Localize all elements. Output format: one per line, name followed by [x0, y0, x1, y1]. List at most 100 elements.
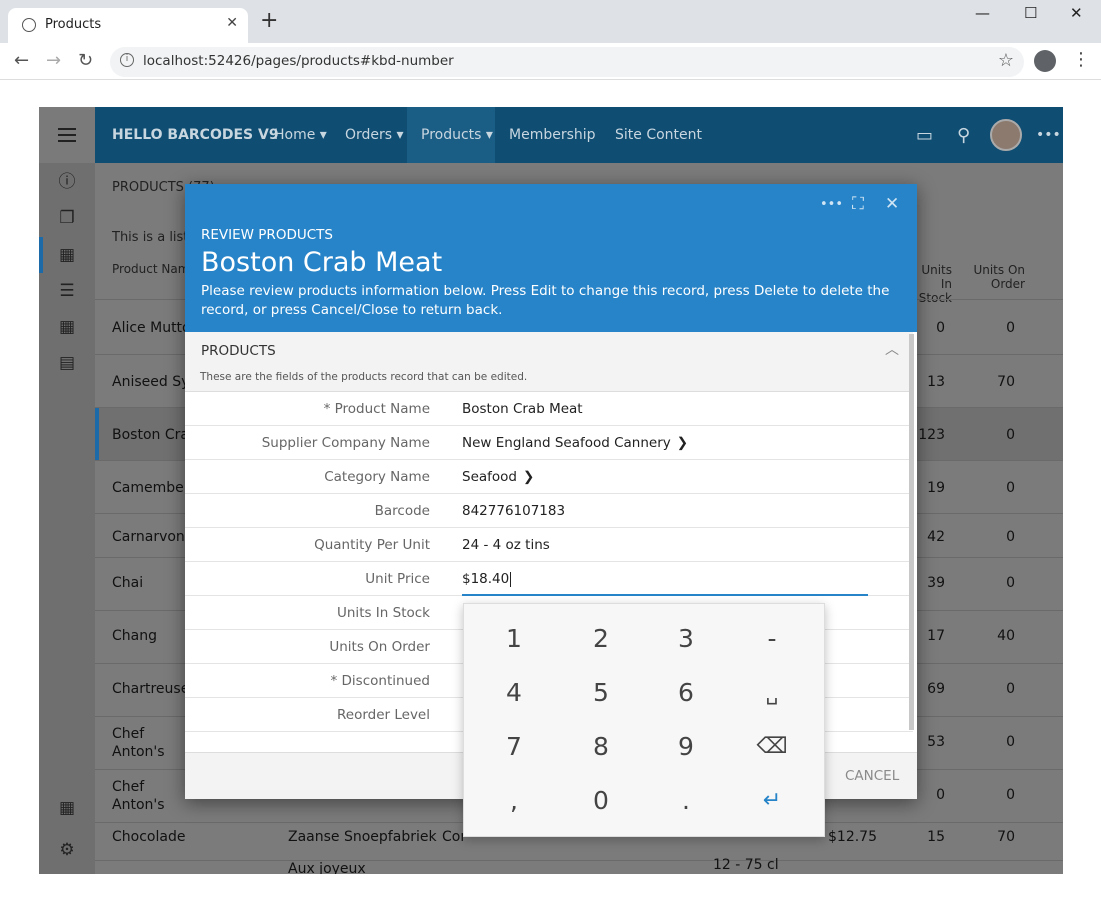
cell-product-name: Chang — [112, 628, 157, 644]
cell-units-in-stock: 0 — [936, 787, 945, 803]
field-value[interactable]: Boston Crab Meat — [462, 401, 583, 417]
nav-site-content[interactable]: Site Content — [615, 127, 702, 143]
cards-view-icon[interactable]: ▦ — [57, 317, 77, 337]
more-options-icon[interactable]: ••• — [1036, 127, 1061, 143]
settings-gear-icon[interactable]: ⚙ — [57, 840, 77, 860]
app-brand[interactable]: HELLO BARCODES V9 — [112, 127, 279, 143]
field-label: Units On Order — [329, 639, 430, 655]
close-icon[interactable]: ✕ — [885, 194, 899, 214]
tab-title: Products — [45, 17, 102, 32]
reload-button[interactable]: ↻ — [78, 50, 93, 71]
field-value-link[interactable]: New England Seafood Cannery ❯ — [462, 435, 688, 451]
back-button[interactable]: ← — [14, 50, 29, 71]
cancel-button[interactable]: CANCEL — [845, 768, 899, 784]
key-0[interactable]: 0 — [556, 774, 646, 828]
field-barcode[interactable]: Barcode 842776107183 — [185, 494, 913, 528]
profile-icon[interactable] — [1034, 50, 1056, 72]
grid-view-icon[interactable]: ▦ — [57, 245, 77, 265]
field-category-name[interactable]: Category Name Seafood ❯ — [185, 460, 913, 494]
cell-product-name: Aniseed Syr — [112, 374, 196, 390]
address-bar-row: ← → ↻ i localhost:52426/pages/products#k… — [0, 43, 1101, 80]
field-label: Reorder Level — [336, 707, 430, 723]
chart-view-icon[interactable]: ▤ — [57, 353, 77, 373]
space-key-icon[interactable]: ␣ — [727, 666, 817, 720]
user-avatar[interactable] — [990, 119, 1022, 151]
key-3[interactable]: 3 — [641, 612, 731, 666]
section-description: These are the fields of the products rec… — [200, 371, 528, 383]
chevron-up-icon[interactable]: ︿ — [885, 339, 899, 359]
url-text[interactable]: localhost:52426/pages/products#kbd-numbe… — [143, 53, 454, 69]
info-icon[interactable]: i — [120, 53, 134, 67]
field-value[interactable]: 24 - 4 oz tins — [462, 537, 550, 553]
cell-product-name: Chai — [112, 575, 144, 591]
browser-menu-icon[interactable]: ⋮ — [1072, 49, 1090, 70]
key-1[interactable]: 1 — [469, 612, 559, 666]
cell-units-on-order: 70 — [997, 829, 1015, 845]
cell-product-name: Alice Mutto — [112, 320, 191, 336]
cell-units-on-order: 0 — [1006, 575, 1015, 591]
field-supplier-company-name[interactable]: Supplier Company Name New England Seafoo… — [185, 426, 913, 460]
column-header-units-on-order[interactable]: Units On Order — [970, 263, 1025, 291]
cell-units-in-stock: 19 — [927, 480, 945, 496]
numeric-keypad: 1 2 3 - 4 5 6 ␣ 7 8 9 ⌫ , 0 . ↵ — [463, 603, 825, 837]
maximize-button[interactable]: ☐ — [1024, 4, 1037, 22]
field-value[interactable]: 842776107183 — [462, 503, 565, 519]
hamburger-menu-button[interactable] — [39, 107, 95, 163]
address-bar[interactable]: i localhost:52426/pages/products#kbd-num… — [110, 47, 1024, 77]
key-9[interactable]: 9 — [641, 720, 731, 774]
key-8[interactable]: 8 — [556, 720, 646, 774]
desktop-view-icon[interactable]: ▭ — [916, 125, 933, 146]
products-section-header[interactable]: PRODUCTS ︿ These are the fields of the p… — [185, 332, 913, 392]
cell-product-name: Chocolade — [112, 829, 186, 845]
cell-units-in-stock: 15 — [927, 829, 945, 845]
list-view-icon[interactable]: ☰ — [57, 281, 77, 301]
field-label: * Discontinued — [330, 673, 431, 689]
cell-units-in-stock: 42 — [927, 529, 945, 545]
unit-price-input[interactable]: $18.40 — [462, 571, 868, 596]
bookmark-star-icon[interactable]: ☆ — [998, 50, 1014, 71]
fullscreen-icon[interactable]: ⛶ — [852, 194, 864, 214]
field-value-text: New England Seafood Cannery — [462, 435, 671, 451]
backspace-icon[interactable]: ⌫ — [727, 720, 817, 774]
nav-membership[interactable]: Membership — [509, 127, 596, 143]
search-icon[interactable]: ⚲ — [957, 125, 970, 146]
key-comma[interactable]: , — [469, 774, 559, 828]
minimize-button[interactable]: — — [975, 4, 990, 22]
key-4[interactable]: 4 — [469, 666, 559, 720]
key-5[interactable]: 5 — [556, 666, 646, 720]
hamburger-icon — [58, 128, 76, 142]
field-quantity-per-unit[interactable]: Quantity Per Unit 24 - 4 oz tins — [185, 528, 913, 562]
cell-unit-price: $12.75 — [828, 829, 877, 845]
copy-pages-icon[interactable]: ❐ — [57, 208, 77, 228]
key-7[interactable]: 7 — [469, 720, 559, 774]
chevron-right-icon: ❯ — [676, 435, 689, 451]
close-window-button[interactable]: ✕ — [1070, 4, 1083, 22]
cell-units-on-order: 0 — [1006, 427, 1015, 443]
field-unit-price[interactable]: Unit Price $18.40 — [185, 562, 913, 596]
nav-products[interactable]: Products ▾ — [421, 127, 493, 143]
selected-row-indicator — [95, 408, 99, 461]
new-tab-button[interactable]: + — [260, 8, 278, 33]
key-minus[interactable]: - — [727, 612, 817, 666]
cell-units-on-order: 0 — [1006, 681, 1015, 697]
browser-tab[interactable]: Products ✕ — [8, 8, 248, 43]
input-text: $18.40 — [462, 571, 510, 587]
key-2[interactable]: 2 — [556, 612, 646, 666]
browser-tab-strip: Products ✕ + — ☐ ✕ — [0, 0, 1101, 43]
tab-close-icon[interactable]: ✕ — [226, 15, 238, 31]
field-product-name[interactable]: * Product Name Boston Crab Meat — [185, 392, 913, 426]
field-value-link[interactable]: Seafood ❯ — [462, 469, 534, 485]
modal-title: Boston Crab Meat — [201, 247, 443, 278]
more-options-icon[interactable]: ••• — [820, 197, 843, 212]
field-label: Barcode — [374, 503, 430, 519]
info-circle-icon[interactable]: ⓘ — [57, 172, 77, 192]
table-row[interactable]: Aux joyeux 12 - 75 cl — [95, 857, 1063, 874]
key-6[interactable]: 6 — [641, 666, 731, 720]
forward-button[interactable]: → — [46, 50, 61, 71]
key-period[interactable]: . — [641, 774, 731, 828]
apps-icon[interactable]: ▦ — [57, 798, 77, 818]
enter-key-icon[interactable]: ↵ — [727, 774, 817, 828]
nav-orders[interactable]: Orders ▾ — [345, 127, 404, 143]
nav-home[interactable]: Home ▾ — [274, 127, 327, 143]
modal-scrollbar[interactable] — [909, 334, 914, 730]
